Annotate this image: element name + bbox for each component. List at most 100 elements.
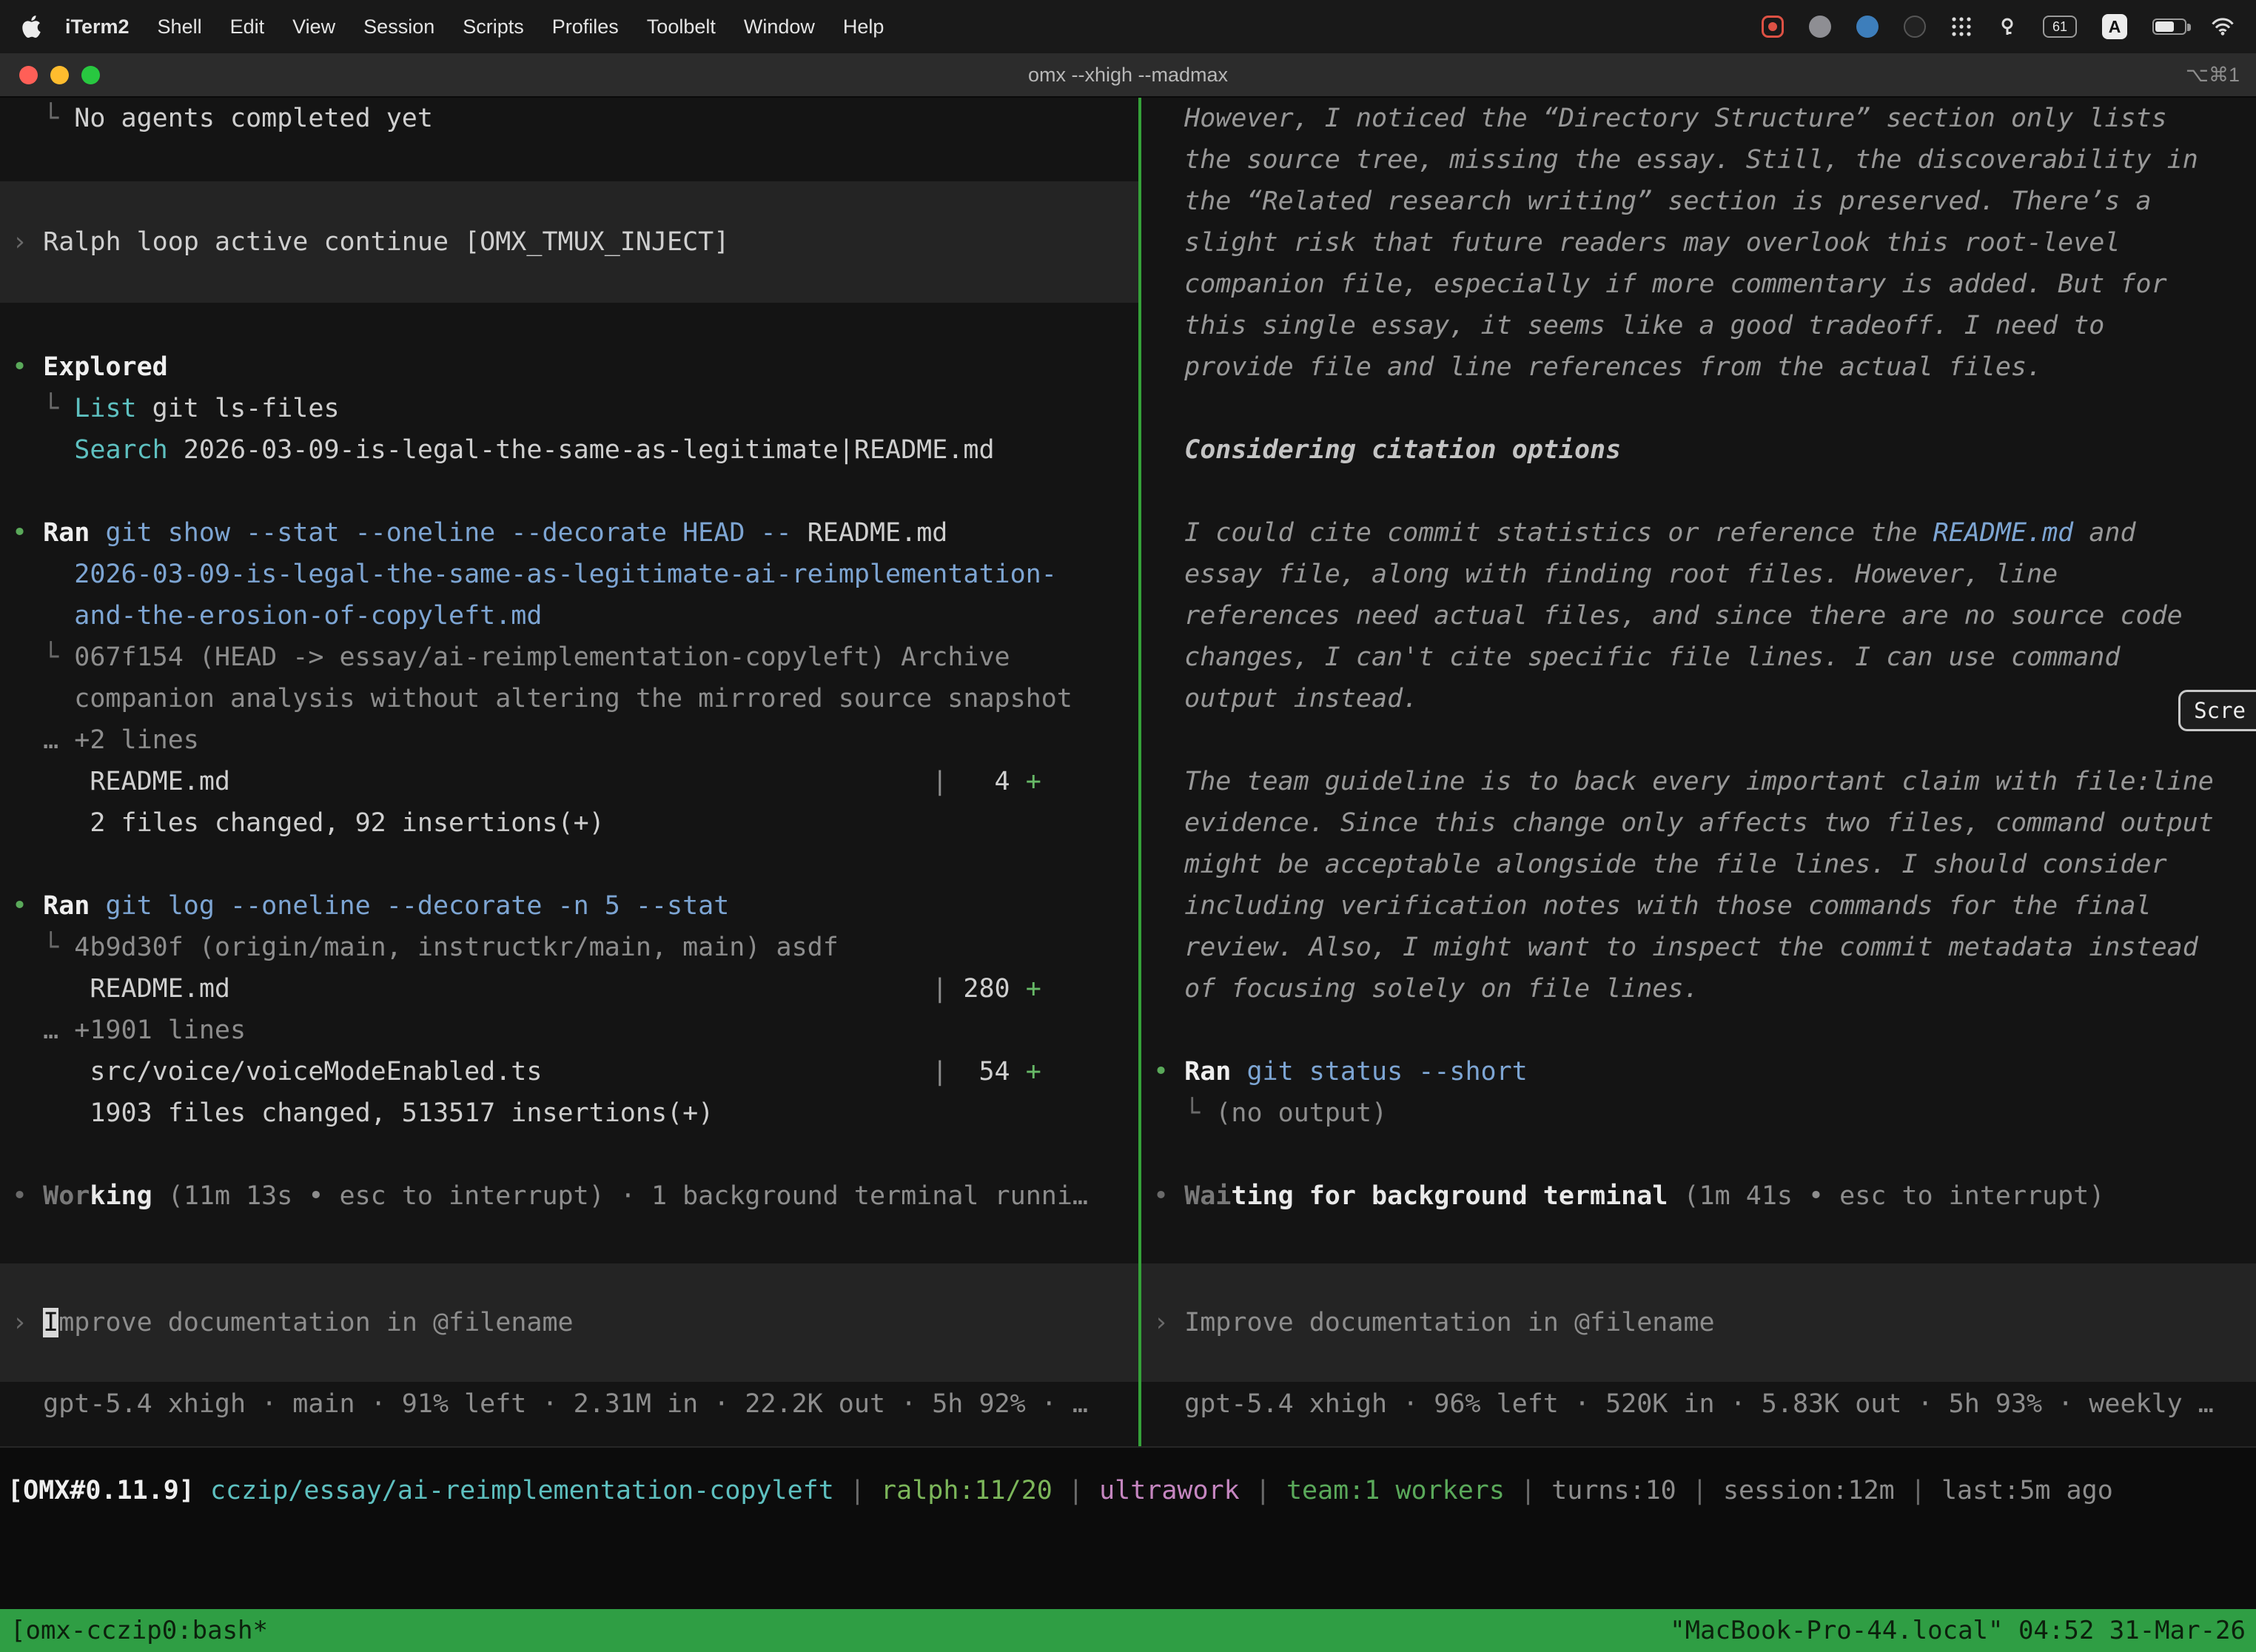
terminal-line: output instead.: [1141, 678, 2256, 719]
terminal-line: However, I noticed the “Directory Struct…: [1141, 98, 2256, 139]
terminal-line: companion analysis without altering the …: [0, 678, 1138, 719]
terminal-line: companion file, especially if more comme…: [1141, 263, 2256, 305]
terminal-line: [1141, 1134, 2256, 1175]
terminal-line: 2 files changed, 92 insertions(+): [0, 802, 1138, 844]
menubar-menu-session[interactable]: Session: [349, 16, 449, 38]
terminal-content: └ No agents completed yet › Ralph loop a…: [0, 98, 2256, 1446]
password-manager-icon[interactable]: [1997, 16, 2018, 37]
window-title: omx --xhigh --madmax: [1028, 64, 1228, 87]
omx-status-line: [OMX#0.11.9] cczip/essay/ai-reimplementa…: [0, 1470, 2256, 1511]
tmux-session-label: [omx-cczip0:bash*: [10, 1616, 268, 1645]
tmux-status-bar: [omx-cczip0:bash* "MacBook-Pro-44.local"…: [0, 1609, 2256, 1652]
apple-menu-icon[interactable]: [22, 16, 41, 38]
menubar-menu-toolbelt[interactable]: Toolbelt: [633, 16, 730, 38]
menubar-menu-list: iTerm2ShellEditViewSessionScriptsProfile…: [51, 16, 898, 38]
terminal-line: Search 2026-03-09-is-legal-the-same-as-l…: [0, 429, 1138, 471]
prompt-input-right[interactable]: › Improve documentation in @filename: [1141, 1263, 2256, 1382]
terminal-line: • Waiting for background terminal (1m 41…: [1141, 1175, 2256, 1217]
terminal-line: [1141, 719, 2256, 761]
tmux-host-clock-label: "MacBook-Pro-44.local" 04:52 31-Mar-26: [1670, 1616, 2246, 1645]
terminal-line: … +2 lines: [0, 719, 1138, 761]
terminal-line: including verification notes with those …: [1141, 885, 2256, 927]
menubar-menus: iTerm2ShellEditViewSessionScriptsProfile…: [22, 16, 898, 38]
terminal-line: essay file, along with finding root file…: [1141, 554, 2256, 595]
prompt-input-right-line[interactable]: › Improve documentation in @filename: [1141, 1302, 2256, 1343]
terminal-line: slight risk that future readers may over…: [1141, 222, 2256, 263]
terminal-line: I could cite commit statistics or refere…: [1141, 512, 2256, 554]
terminal-line: review. Also, I might want to inspect th…: [1141, 927, 2256, 968]
menubar-menu-profiles[interactable]: Profiles: [538, 16, 633, 38]
terminal-line: [0, 471, 1138, 512]
inject-banner-line: › Ralph loop active continue [OMX_TMUX_I…: [0, 221, 1138, 263]
menubar-menu-help[interactable]: Help: [829, 16, 899, 38]
camera-app-icon[interactable]: [1809, 16, 1831, 38]
terminal-line: The team guideline is to back every impo…: [1141, 761, 2256, 802]
menubar-menu-scripts[interactable]: Scripts: [449, 16, 538, 38]
terminal-line: └ 067f154 (HEAD -> essay/ai-reimplementa…: [0, 637, 1138, 678]
terminal-line: └ List git ls-files: [0, 388, 1138, 429]
terminal-line: • Explored: [0, 346, 1138, 388]
terminal-pane-right: However, I noticed the “Directory Struct…: [1141, 98, 2256, 1446]
menubar-status-icons: 61 A: [1762, 14, 2234, 39]
terminal-line: 2026-03-09-is-legal-the-same-as-legitima…: [0, 554, 1138, 595]
terminal-line: the source tree, missing the essay. Stil…: [1141, 139, 2256, 181]
menubar-menu-edit[interactable]: Edit: [216, 16, 279, 38]
app-grid-icon[interactable]: [1951, 16, 1972, 37]
prompt-input-left-line[interactable]: › Improve documentation in @filename: [0, 1302, 1138, 1343]
screen-record-indicator-icon[interactable]: [1762, 16, 1784, 38]
battery-percent-label: 61: [2052, 19, 2067, 35]
terminal-line: [1141, 471, 2256, 512]
zoom-window-button[interactable]: [81, 66, 100, 84]
menubar-menu-shell[interactable]: Shell: [144, 16, 216, 38]
terminal-line: src/voice/voiceModeEnabled.ts | 54 +: [0, 1051, 1138, 1092]
scrollback-right: However, I noticed the “Directory Struct…: [1141, 98, 2256, 1217]
terminal-line: [1141, 1010, 2256, 1051]
model-status-line-right: gpt-5.4 xhigh · 96% left · 520K in · 5.8…: [1141, 1383, 2256, 1425]
prompt-input-left[interactable]: › Improve documentation in @filename: [0, 1263, 1138, 1382]
menubar: iTerm2ShellEditViewSessionScriptsProfile…: [0, 0, 2256, 53]
terminal-line: [0, 1134, 1138, 1175]
terminal-line: evidence. Since this change only affects…: [1141, 802, 2256, 844]
menubar-menu-window[interactable]: Window: [730, 16, 829, 38]
model-status-line-left: gpt-5.4 xhigh · main · 91% left · 2.31M …: [0, 1383, 1138, 1425]
terminal-line: README.md | 280 +: [0, 968, 1138, 1010]
terminal-line: README.md | 4 +: [0, 761, 1138, 802]
screen: iTerm2ShellEditViewSessionScriptsProfile…: [0, 0, 2256, 1652]
close-window-button[interactable]: [19, 66, 38, 84]
terminal-line: this single essay, it seems like a good …: [1141, 305, 2256, 346]
terminal-line: might be acceptable alongside the file l…: [1141, 844, 2256, 885]
terminal-line: [1141, 388, 2256, 429]
terminal-line: of focusing solely on file lines.: [1141, 968, 2256, 1010]
scrollback-left: • Explored └ List git ls-files Search 20…: [0, 346, 1138, 1217]
traffic-lights: [19, 66, 100, 84]
window-titlebar: omx --xhigh --madmax ⌥⌘1: [0, 53, 2256, 98]
battery-percent-badge[interactable]: 61: [2043, 16, 2077, 38]
terminal-line: └ (no output): [1141, 1092, 2256, 1134]
notification-tooltip: Scre: [2178, 690, 2256, 731]
terminal-line: 1903 files changed, 513517 insertions(+): [0, 1092, 1138, 1134]
wifi-icon[interactable]: [2212, 18, 2234, 36]
input-source-label: A: [2109, 17, 2121, 37]
terminal-line: changes, I can't cite specific file line…: [1141, 637, 2256, 678]
vpn-app-icon[interactable]: [1856, 16, 1879, 38]
terminal-line: • Ran git log --oneline --decorate -n 5 …: [0, 885, 1138, 927]
terminal-line: references need actual files, and since …: [1141, 595, 2256, 637]
terminal-line: • Working (11m 13s • esc to interrupt) ·…: [0, 1175, 1138, 1217]
terminal-line: Considering citation options: [1141, 429, 2256, 471]
menubar-menu-view[interactable]: View: [278, 16, 349, 38]
omx-status-bar: [OMX#0.11.9] cczip/essay/ai-reimplementa…: [0, 1446, 2256, 1609]
terminal-line: and-the-erosion-of-copyleft.md: [0, 595, 1138, 637]
agents-note-line: └ No agents completed yet: [0, 98, 1138, 139]
menubar-menu-iterm2[interactable]: iTerm2: [51, 16, 144, 38]
terminal-line: └ 4b9d30f (origin/main, instructkr/main,…: [0, 927, 1138, 968]
tab-shortcut-label: ⌥⌘1: [2186, 64, 2240, 87]
terminal-line: provide file and line references from th…: [1141, 346, 2256, 388]
terminal-line: [0, 844, 1138, 885]
battery-icon[interactable]: [2152, 19, 2186, 35]
utility-app-icon[interactable]: [1904, 16, 1926, 38]
minimize-window-button[interactable]: [50, 66, 69, 84]
input-source-badge[interactable]: A: [2102, 14, 2127, 39]
terminal-line: … +1901 lines: [0, 1010, 1138, 1051]
terminal-line: • Ran git show --stat --oneline --decora…: [0, 512, 1138, 554]
terminal-line: the “Related research writing” section i…: [1141, 181, 2256, 222]
